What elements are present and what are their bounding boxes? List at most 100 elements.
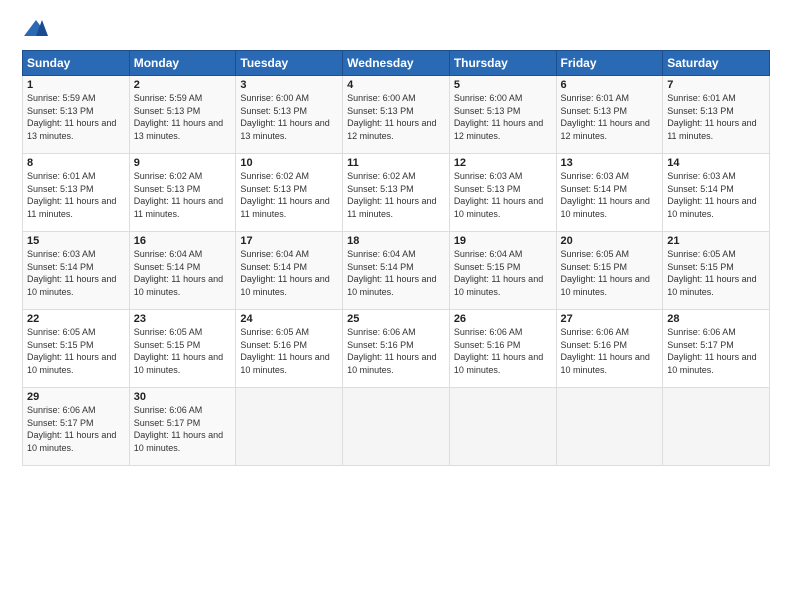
- calendar-cell: 27Sunrise: 6:06 AMSunset: 5:16 PMDayligh…: [556, 310, 663, 388]
- calendar-day-header: Monday: [129, 51, 236, 76]
- logo: [22, 18, 54, 40]
- calendar-cell: 18Sunrise: 6:04 AMSunset: 5:14 PMDayligh…: [343, 232, 450, 310]
- calendar-cell: 22Sunrise: 6:05 AMSunset: 5:15 PMDayligh…: [23, 310, 130, 388]
- day-number: 4: [347, 79, 445, 91]
- calendar-table: SundayMondayTuesdayWednesdayThursdayFrid…: [22, 50, 770, 466]
- calendar-day-header: Friday: [556, 51, 663, 76]
- day-number: 29: [27, 391, 125, 403]
- day-info: Sunrise: 6:04 AMSunset: 5:15 PMDaylight:…: [454, 248, 552, 298]
- calendar-cell: 26Sunrise: 6:06 AMSunset: 5:16 PMDayligh…: [449, 310, 556, 388]
- day-number: 22: [27, 313, 125, 325]
- day-info: Sunrise: 6:04 AMSunset: 5:14 PMDaylight:…: [347, 248, 445, 298]
- calendar-cell: 28Sunrise: 6:06 AMSunset: 5:17 PMDayligh…: [663, 310, 770, 388]
- calendar-week-row: 8Sunrise: 6:01 AMSunset: 5:13 PMDaylight…: [23, 154, 770, 232]
- calendar-cell: 21Sunrise: 6:05 AMSunset: 5:15 PMDayligh…: [663, 232, 770, 310]
- calendar-cell: [556, 388, 663, 466]
- day-info: Sunrise: 5:59 AMSunset: 5:13 PMDaylight:…: [27, 92, 125, 142]
- calendar-cell: 3Sunrise: 6:00 AMSunset: 5:13 PMDaylight…: [236, 76, 343, 154]
- day-info: Sunrise: 6:03 AMSunset: 5:14 PMDaylight:…: [561, 170, 659, 220]
- day-info: Sunrise: 6:04 AMSunset: 5:14 PMDaylight:…: [134, 248, 232, 298]
- day-info: Sunrise: 6:06 AMSunset: 5:17 PMDaylight:…: [134, 404, 232, 454]
- calendar-cell: 25Sunrise: 6:06 AMSunset: 5:16 PMDayligh…: [343, 310, 450, 388]
- day-number: 28: [667, 313, 765, 325]
- day-number: 30: [134, 391, 232, 403]
- day-info: Sunrise: 6:05 AMSunset: 5:16 PMDaylight:…: [240, 326, 338, 376]
- day-number: 20: [561, 235, 659, 247]
- day-info: Sunrise: 6:05 AMSunset: 5:15 PMDaylight:…: [667, 248, 765, 298]
- day-number: 21: [667, 235, 765, 247]
- calendar-cell: 7Sunrise: 6:01 AMSunset: 5:13 PMDaylight…: [663, 76, 770, 154]
- calendar-cell: 30Sunrise: 6:06 AMSunset: 5:17 PMDayligh…: [129, 388, 236, 466]
- logo-icon: [22, 18, 50, 40]
- day-number: 15: [27, 235, 125, 247]
- calendar-cell: [449, 388, 556, 466]
- day-number: 16: [134, 235, 232, 247]
- calendar-day-header: Saturday: [663, 51, 770, 76]
- calendar-week-row: 29Sunrise: 6:06 AMSunset: 5:17 PMDayligh…: [23, 388, 770, 466]
- day-info: Sunrise: 6:02 AMSunset: 5:13 PMDaylight:…: [240, 170, 338, 220]
- day-info: Sunrise: 5:59 AMSunset: 5:13 PMDaylight:…: [134, 92, 232, 142]
- calendar-cell: 2Sunrise: 5:59 AMSunset: 5:13 PMDaylight…: [129, 76, 236, 154]
- day-number: 1: [27, 79, 125, 91]
- calendar-day-header: Thursday: [449, 51, 556, 76]
- day-number: 5: [454, 79, 552, 91]
- calendar-cell: 23Sunrise: 6:05 AMSunset: 5:15 PMDayligh…: [129, 310, 236, 388]
- calendar-day-header: Sunday: [23, 51, 130, 76]
- day-number: 2: [134, 79, 232, 91]
- calendar-cell: 16Sunrise: 6:04 AMSunset: 5:14 PMDayligh…: [129, 232, 236, 310]
- day-info: Sunrise: 6:01 AMSunset: 5:13 PMDaylight:…: [27, 170, 125, 220]
- header: [22, 18, 770, 40]
- day-info: Sunrise: 6:06 AMSunset: 5:17 PMDaylight:…: [27, 404, 125, 454]
- calendar-cell: 5Sunrise: 6:00 AMSunset: 5:13 PMDaylight…: [449, 76, 556, 154]
- calendar-cell: 9Sunrise: 6:02 AMSunset: 5:13 PMDaylight…: [129, 154, 236, 232]
- day-info: Sunrise: 6:03 AMSunset: 5:13 PMDaylight:…: [454, 170, 552, 220]
- day-info: Sunrise: 6:06 AMSunset: 5:16 PMDaylight:…: [561, 326, 659, 376]
- page: SundayMondayTuesdayWednesdayThursdayFrid…: [0, 0, 792, 612]
- calendar-day-header: Wednesday: [343, 51, 450, 76]
- day-number: 7: [667, 79, 765, 91]
- calendar-cell: 12Sunrise: 6:03 AMSunset: 5:13 PMDayligh…: [449, 154, 556, 232]
- calendar-week-row: 15Sunrise: 6:03 AMSunset: 5:14 PMDayligh…: [23, 232, 770, 310]
- day-number: 18: [347, 235, 445, 247]
- day-number: 10: [240, 157, 338, 169]
- calendar-cell: 19Sunrise: 6:04 AMSunset: 5:15 PMDayligh…: [449, 232, 556, 310]
- day-info: Sunrise: 6:05 AMSunset: 5:15 PMDaylight:…: [27, 326, 125, 376]
- day-number: 12: [454, 157, 552, 169]
- day-info: Sunrise: 6:06 AMSunset: 5:16 PMDaylight:…: [454, 326, 552, 376]
- day-info: Sunrise: 6:06 AMSunset: 5:17 PMDaylight:…: [667, 326, 765, 376]
- day-number: 17: [240, 235, 338, 247]
- day-info: Sunrise: 6:05 AMSunset: 5:15 PMDaylight:…: [134, 326, 232, 376]
- day-number: 27: [561, 313, 659, 325]
- day-number: 11: [347, 157, 445, 169]
- day-number: 23: [134, 313, 232, 325]
- calendar-cell: 24Sunrise: 6:05 AMSunset: 5:16 PMDayligh…: [236, 310, 343, 388]
- calendar-cell: 11Sunrise: 6:02 AMSunset: 5:13 PMDayligh…: [343, 154, 450, 232]
- calendar-cell: 15Sunrise: 6:03 AMSunset: 5:14 PMDayligh…: [23, 232, 130, 310]
- day-info: Sunrise: 6:01 AMSunset: 5:13 PMDaylight:…: [561, 92, 659, 142]
- calendar-cell: [343, 388, 450, 466]
- day-info: Sunrise: 6:05 AMSunset: 5:15 PMDaylight:…: [561, 248, 659, 298]
- calendar-cell: 14Sunrise: 6:03 AMSunset: 5:14 PMDayligh…: [663, 154, 770, 232]
- calendar-cell: 6Sunrise: 6:01 AMSunset: 5:13 PMDaylight…: [556, 76, 663, 154]
- day-info: Sunrise: 6:03 AMSunset: 5:14 PMDaylight:…: [667, 170, 765, 220]
- calendar-cell: 17Sunrise: 6:04 AMSunset: 5:14 PMDayligh…: [236, 232, 343, 310]
- calendar-cell: 4Sunrise: 6:00 AMSunset: 5:13 PMDaylight…: [343, 76, 450, 154]
- day-info: Sunrise: 6:00 AMSunset: 5:13 PMDaylight:…: [454, 92, 552, 142]
- day-info: Sunrise: 6:00 AMSunset: 5:13 PMDaylight:…: [347, 92, 445, 142]
- day-number: 24: [240, 313, 338, 325]
- day-number: 25: [347, 313, 445, 325]
- day-info: Sunrise: 6:06 AMSunset: 5:16 PMDaylight:…: [347, 326, 445, 376]
- calendar-week-row: 1Sunrise: 5:59 AMSunset: 5:13 PMDaylight…: [23, 76, 770, 154]
- calendar-cell: [236, 388, 343, 466]
- day-info: Sunrise: 6:04 AMSunset: 5:14 PMDaylight:…: [240, 248, 338, 298]
- day-info: Sunrise: 6:02 AMSunset: 5:13 PMDaylight:…: [134, 170, 232, 220]
- day-number: 3: [240, 79, 338, 91]
- day-number: 14: [667, 157, 765, 169]
- calendar-day-header: Tuesday: [236, 51, 343, 76]
- day-number: 6: [561, 79, 659, 91]
- calendar-cell: [663, 388, 770, 466]
- day-number: 8: [27, 157, 125, 169]
- calendar-week-row: 22Sunrise: 6:05 AMSunset: 5:15 PMDayligh…: [23, 310, 770, 388]
- day-number: 9: [134, 157, 232, 169]
- day-info: Sunrise: 6:02 AMSunset: 5:13 PMDaylight:…: [347, 170, 445, 220]
